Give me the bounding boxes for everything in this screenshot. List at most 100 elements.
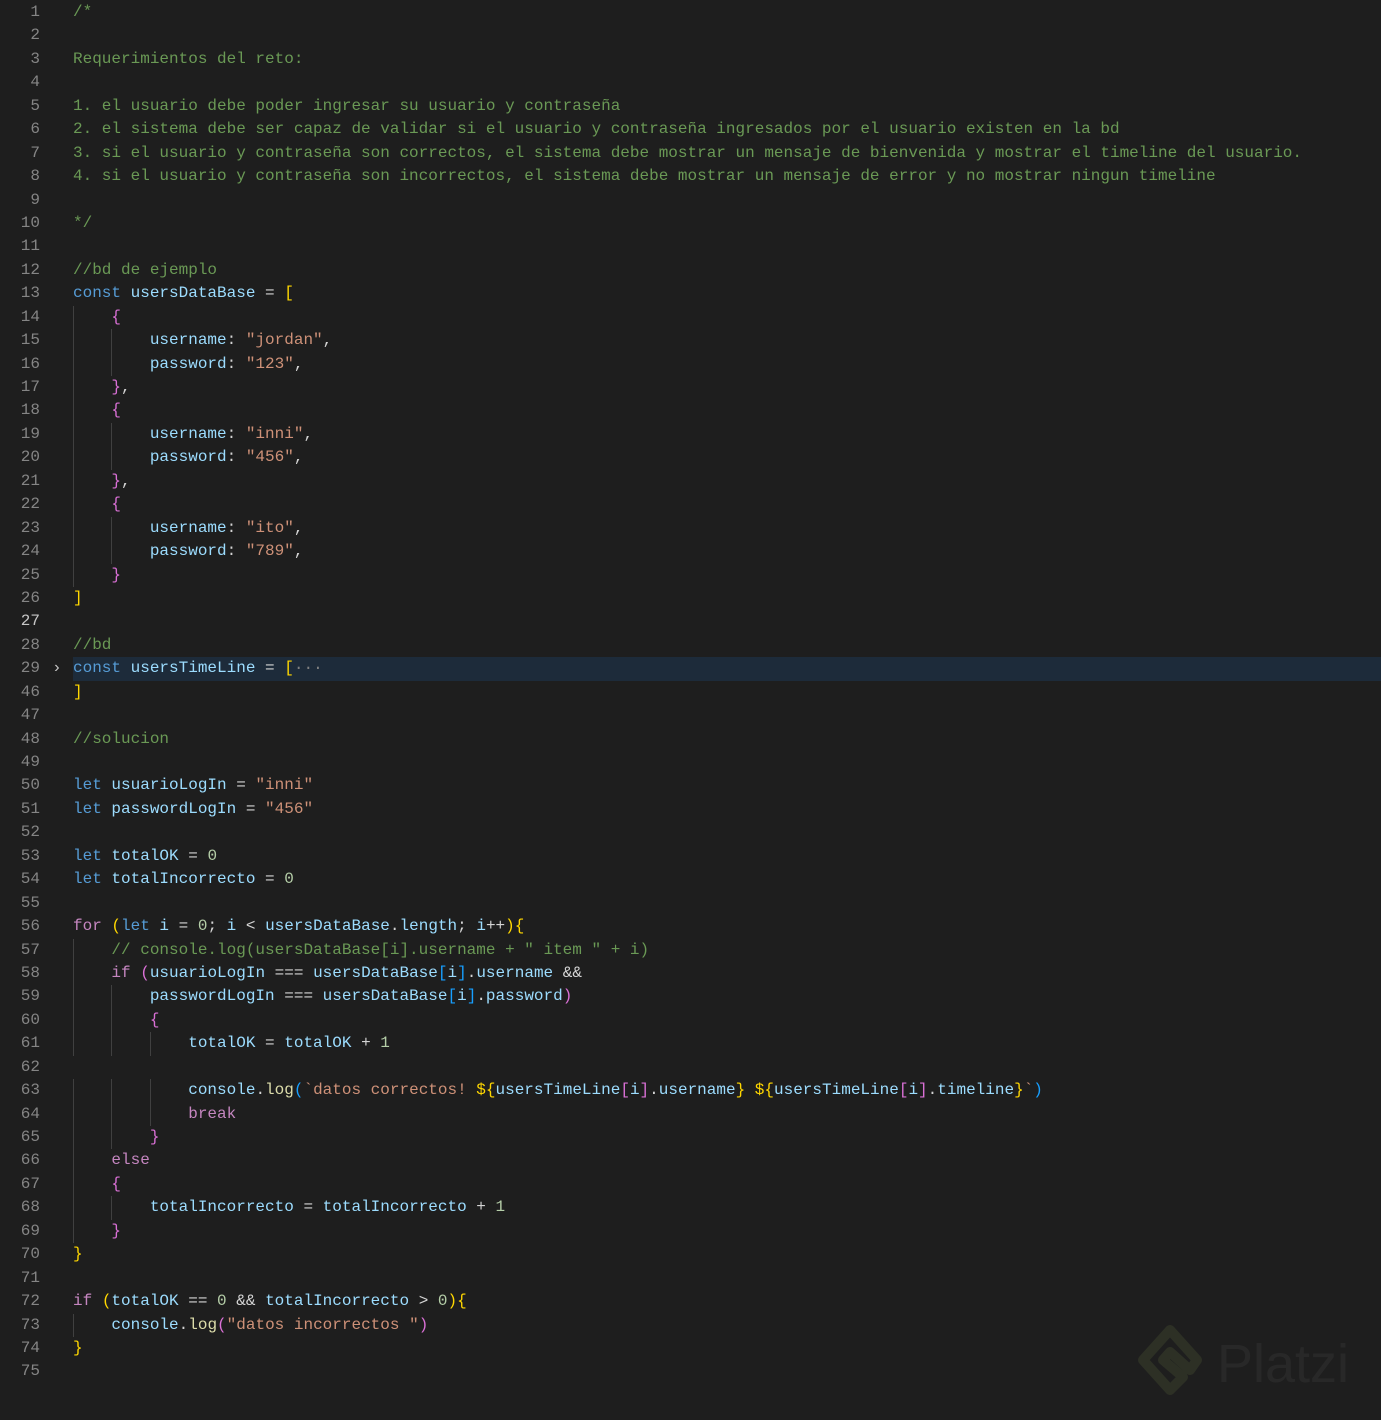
code-token: timeline xyxy=(937,1081,1015,1100)
code-token: totalOK xyxy=(284,1034,352,1053)
code-line[interactable]: 70} xyxy=(0,1243,1381,1266)
code-token: = xyxy=(236,799,266,818)
code-content: //bd de ejemplo xyxy=(73,259,1381,282)
code-line[interactable]: 69 } xyxy=(0,1219,1381,1244)
code-line[interactable]: 1 /* xyxy=(0,1,1381,24)
code-line[interactable]: 25 } xyxy=(0,563,1381,587)
code-token: = xyxy=(226,776,256,795)
code-line[interactable]: 27 xyxy=(0,610,1381,633)
indent-guide xyxy=(111,329,113,353)
code-line[interactable]: 20 password: "456", xyxy=(0,446,1381,470)
code-token: Requerimientos del reto: xyxy=(73,49,304,68)
code-line[interactable]: 66 else xyxy=(0,1149,1381,1173)
code-token: = xyxy=(169,917,198,936)
code-line[interactable]: 58 if (usuarioLogIn === usersDataBase[i]… xyxy=(0,961,1381,986)
code-line[interactable]: 47 xyxy=(0,704,1381,727)
code-line[interactable]: 26] xyxy=(0,587,1381,610)
code-content: 3. si el usuario y contraseña son correc… xyxy=(73,142,1381,165)
code-token: = xyxy=(178,846,208,865)
code-line[interactable]: 13 const usersDataBase = [ xyxy=(0,282,1381,305)
line-number: 11 xyxy=(20,237,40,256)
code-content: { xyxy=(73,493,1381,517)
code-token: usersDataBase xyxy=(313,963,438,982)
indent-guide xyxy=(111,422,113,447)
code-line[interactable]: 56 for (let i = 0; i < usersDataBase.leng… xyxy=(0,915,1381,938)
code-line[interactable]: 61 totalOK = totalOK + 1 xyxy=(0,1032,1381,1056)
code-line[interactable]: 6 2. el sistema debe ser capaz de validar… xyxy=(0,118,1381,141)
code-content: let totalIncorrecto = 0 xyxy=(73,868,1381,891)
code-line[interactable]: 72 if (totalOK == 0 && totalIncorrecto > … xyxy=(0,1290,1381,1313)
code-line[interactable]: 59 passwordLogIn === usersDataBase[i].pa… xyxy=(0,985,1381,1009)
code-line[interactable]: 24 password: "789", xyxy=(0,540,1381,564)
code-token: console xyxy=(111,1315,179,1334)
code-line[interactable]: 17 }, xyxy=(0,376,1381,400)
code-line[interactable]: 53 let totalOK = 0 xyxy=(0,845,1381,868)
line-number: 7 xyxy=(30,143,40,162)
code-content: let totalOK = 0 xyxy=(73,845,1381,868)
code-token: if xyxy=(111,963,141,982)
code-content: }, xyxy=(73,376,1381,400)
code-line[interactable]: 7 3. si el usuario y contraseña son corre… xyxy=(0,142,1381,165)
code-line[interactable]: 46] xyxy=(0,681,1381,704)
code-line[interactable]: 9 xyxy=(0,189,1381,212)
code-editor[interactable]: 1/* 2 3 Requerimientos del reto: 4 5 1. el usu… xyxy=(0,1,1381,1384)
code-line[interactable]: 28 //bd xyxy=(0,634,1381,657)
code-line[interactable]: 22 { xyxy=(0,493,1381,517)
code-line[interactable]: 51 let passwordLogIn = "456" xyxy=(0,798,1381,821)
code-token: */ xyxy=(73,213,93,232)
code-line[interactable]: 2 xyxy=(0,24,1381,47)
indent-guide xyxy=(73,1172,74,1197)
code-line[interactable]: 8 4. si el usuario y contraseña son incor… xyxy=(0,165,1381,188)
code-line[interactable]: 29 › const usersTimeLine = [··· xyxy=(0,657,1381,681)
code-line[interactable]: 62 xyxy=(0,1056,1381,1079)
code-token: && xyxy=(226,1292,266,1311)
code-line[interactable]: 21 }, xyxy=(0,469,1381,494)
code-line[interactable]: 4 xyxy=(0,71,1381,94)
code-line[interactable]: 50 let usuarioLogIn = "inni" xyxy=(0,774,1381,797)
code-line[interactable]: 71 xyxy=(0,1267,1381,1290)
code-line[interactable]: 16 password: "123", xyxy=(0,352,1381,377)
code-line[interactable]: 48 //solucion xyxy=(0,728,1381,751)
code-line[interactable]: 52 xyxy=(0,821,1381,844)
code-line[interactable]: 18 { xyxy=(0,399,1381,423)
code-line[interactable]: 10 */ xyxy=(0,212,1381,235)
code-line[interactable]: 49 xyxy=(0,751,1381,774)
code-token: { xyxy=(111,1174,122,1193)
code-token: usuarioLogIn xyxy=(111,776,227,795)
code-line[interactable]: 15 username: "jordan", xyxy=(0,329,1381,353)
code-line[interactable]: 14 { xyxy=(0,305,1381,330)
code-line[interactable]: 5 1. el usuario debe poder ingresar su us… xyxy=(0,95,1381,118)
code-line[interactable]: 12 //bd de ejemplo xyxy=(0,259,1381,282)
code-line[interactable]: 65 } xyxy=(0,1126,1381,1150)
code-token: 0 xyxy=(284,870,294,889)
code-token: ${ xyxy=(476,1081,496,1100)
code-line[interactable]: 57 // console.log(usersDataBase[i].usern… xyxy=(0,938,1381,962)
line-number: 72 xyxy=(20,1292,40,1311)
code-token: let xyxy=(73,799,112,818)
indent-guide xyxy=(111,1196,113,1220)
code-line[interactable]: 60 { xyxy=(0,1008,1381,1033)
code-line[interactable]: 55 xyxy=(0,892,1381,915)
code-token: == xyxy=(178,1292,218,1311)
code-line[interactable]: 54 let totalIncorrecto = 0 xyxy=(0,868,1381,891)
code-line[interactable]: 11 xyxy=(0,235,1381,258)
code-line[interactable]: 3 Requerimientos del reto: xyxy=(0,48,1381,71)
code-line[interactable]: 23 username: "ito", xyxy=(0,516,1381,541)
code-token: i xyxy=(226,917,237,936)
indent-guide xyxy=(111,1126,113,1150)
code-content: // console.log(usersDataBase[i].username… xyxy=(73,938,1381,962)
code-token: //bd de ejemplo xyxy=(73,260,218,279)
code-line[interactable]: 68 totalIncorrecto = totalIncorrecto + 1 xyxy=(0,1196,1381,1220)
code-line[interactable]: 64 break xyxy=(0,1102,1381,1127)
code-token: totalIncorrecto xyxy=(149,1198,294,1217)
code-token: = xyxy=(255,870,285,889)
line-number: 66 xyxy=(20,1151,40,1170)
code-line[interactable]: 19 username: "inni", xyxy=(0,422,1381,447)
fold-chevron-icon[interactable]: › xyxy=(52,657,62,680)
code-line[interactable]: 63 console.log(`datos correctos! ${users… xyxy=(0,1079,1381,1103)
code-line[interactable]: 67 { xyxy=(0,1172,1381,1197)
code-token: usersDataBase xyxy=(265,917,390,936)
